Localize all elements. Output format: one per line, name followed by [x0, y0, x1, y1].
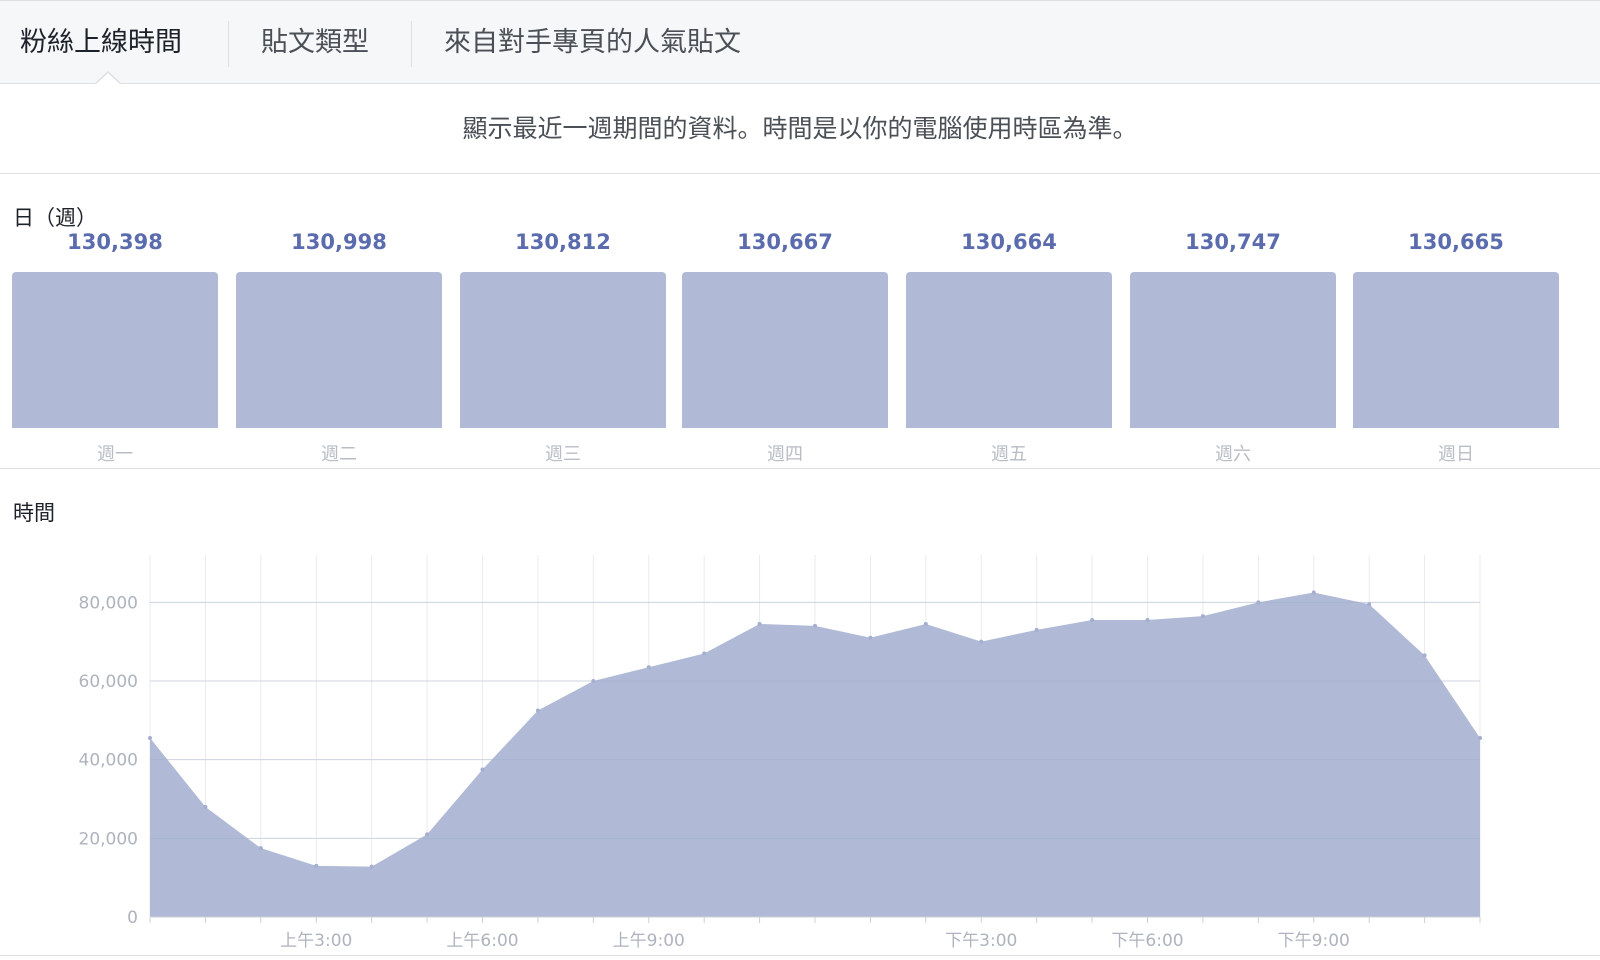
x-tick-label: 下午9:00 — [1278, 931, 1350, 951]
day-value: 130,665 — [1408, 230, 1504, 254]
tab-fans-online[interactable]: 粉絲上線時間 — [20, 21, 182, 65]
data-point — [923, 621, 928, 626]
x-tick-label: 上午3:00 — [280, 931, 352, 951]
tab-divider — [411, 21, 412, 67]
tab-top-posts-competitors[interactable]: 來自對手專頁的人氣貼文 — [444, 21, 741, 65]
data-point — [1034, 627, 1039, 632]
data-point — [1200, 614, 1205, 619]
day-bar[interactable] — [1353, 272, 1559, 428]
day-bar[interactable] — [236, 272, 442, 428]
data-point — [314, 863, 319, 868]
day-card-mon: 130,398 週一 — [12, 230, 218, 465]
data-point — [369, 864, 374, 869]
data-point — [1422, 653, 1427, 658]
data-point — [1090, 618, 1095, 623]
day-value: 130,747 — [1185, 230, 1281, 254]
tab-bar: 粉絲上線時間 貼文類型 來自對手專頁的人氣貼文 — [0, 0, 1600, 85]
data-point — [425, 832, 430, 837]
tab-post-types[interactable]: 貼文類型 — [261, 21, 369, 65]
day-value: 130,667 — [737, 230, 833, 254]
day-card-thu: 130,667 週四 — [682, 230, 888, 465]
day-card-tue: 130,998 週二 — [236, 230, 442, 465]
data-point — [1478, 736, 1482, 741]
info-message: 顯示最近一週期間的資料。時間是以你的電腦使用時區為準。 — [0, 84, 1600, 174]
day-label: 週二 — [321, 444, 357, 465]
data-point — [868, 635, 873, 640]
day-bar[interactable] — [460, 272, 666, 428]
data-point — [591, 679, 596, 683]
data-point — [1367, 602, 1372, 607]
day-card-fri: 130,664 週五 — [906, 230, 1112, 465]
data-point — [1311, 590, 1316, 595]
day-bar[interactable] — [1130, 272, 1336, 428]
data-point — [1145, 618, 1150, 623]
days-section-title: 日（週） — [13, 206, 97, 230]
data-point — [535, 708, 540, 713]
y-tick-label: 40,000 — [79, 751, 138, 771]
data-point — [148, 736, 152, 741]
section-divider — [0, 468, 1600, 469]
area-series — [150, 592, 1480, 917]
day-label: 週六 — [1215, 444, 1251, 465]
data-point — [480, 767, 485, 772]
x-tick-label: 上午6:00 — [446, 931, 518, 951]
data-point — [1256, 600, 1261, 605]
hourly-area-chart: 0 20,000 40,000 60,000 80,000 上午3:00 上午6:00 上午9… — [79, 555, 1482, 951]
y-tick-label: 60,000 — [79, 672, 138, 692]
data-point — [979, 639, 984, 644]
day-value: 130,812 — [515, 230, 611, 254]
y-tick-label: 20,000 — [79, 829, 138, 849]
y-tick-label: 80,000 — [79, 593, 138, 613]
y-tick-label: 0 — [127, 908, 138, 928]
day-label: 週三 — [545, 444, 581, 465]
day-bar[interactable] — [682, 272, 888, 428]
day-label: 週四 — [767, 444, 803, 465]
bottom-border — [0, 955, 1600, 956]
day-bar[interactable] — [906, 272, 1112, 428]
data-point — [757, 621, 762, 626]
day-value: 130,664 — [961, 230, 1057, 254]
day-card-sun: 130,665 週日 — [1353, 230, 1559, 465]
day-label: 週日 — [1438, 444, 1474, 465]
day-card-wed: 130,812 週三 — [460, 230, 666, 465]
data-point — [813, 623, 817, 628]
x-tick-label: 下午3:00 — [945, 931, 1017, 951]
day-value: 130,398 — [67, 230, 163, 254]
x-tick-label: 上午9:00 — [613, 931, 685, 951]
x-tick-label: 下午6:00 — [1111, 931, 1183, 951]
day-label: 週一 — [97, 444, 133, 465]
tab-divider — [228, 21, 229, 67]
data-point — [702, 651, 707, 656]
day-bar[interactable] — [12, 272, 218, 428]
day-value: 130,998 — [291, 230, 387, 254]
data-point — [203, 804, 208, 809]
day-card-sat: 130,747 週六 — [1130, 230, 1336, 465]
day-label: 週五 — [991, 444, 1027, 465]
data-point — [646, 665, 651, 670]
data-point — [258, 846, 263, 851]
